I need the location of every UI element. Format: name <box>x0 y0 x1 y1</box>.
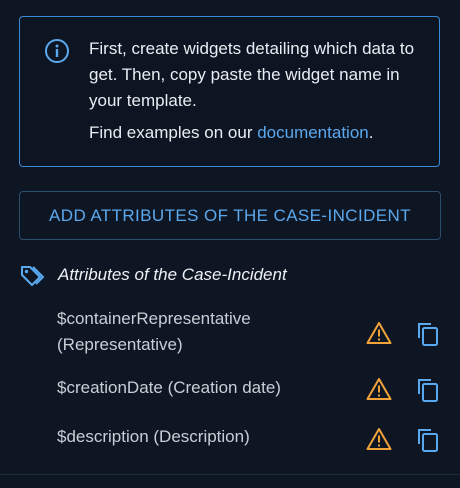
attribute-label: $description (Description) <box>57 427 250 446</box>
info-notification: First, create widgets detailing which da… <box>19 16 440 167</box>
attributes-section-header: Attributes of the Case-Incident <box>19 262 440 288</box>
warning-icon <box>366 322 392 344</box>
info-circle-icon <box>45 39 69 63</box>
copy-icon[interactable] <box>416 375 440 403</box>
info-text: First, create widgets detailing which da… <box>89 36 429 146</box>
info-documentation-suffix: . <box>368 123 374 142</box>
attribute-label: $creationDate (Creation date) <box>57 378 281 397</box>
section-title: Attributes of the Case-Incident <box>58 265 287 284</box>
attribute-row: $creationDate (Creation date) <box>0 375 460 403</box>
attribute-row: $description (Description) <box>0 424 460 452</box>
warning-icon <box>366 428 392 450</box>
warning-icon <box>366 378 392 400</box>
add-attributes-button[interactable]: ADD ATTRIBUTES OF THE CASE-INCIDENT <box>19 191 441 240</box>
attribute-label: $containerRepresentative (Representative… <box>57 309 251 354</box>
info-documentation-line: Find examples on our documentation. <box>89 120 429 146</box>
bottom-divider <box>0 474 460 475</box>
copy-icon[interactable] <box>416 319 440 347</box>
info-documentation-prefix: Find examples on our <box>89 123 258 142</box>
info-instructions: First, create widgets detailing which da… <box>89 39 415 110</box>
documentation-link[interactable]: documentation <box>257 123 369 142</box>
copy-icon[interactable] <box>416 425 440 453</box>
tags-icon <box>21 266 44 286</box>
attribute-row: $containerRepresentative (Representative… <box>0 306 460 360</box>
